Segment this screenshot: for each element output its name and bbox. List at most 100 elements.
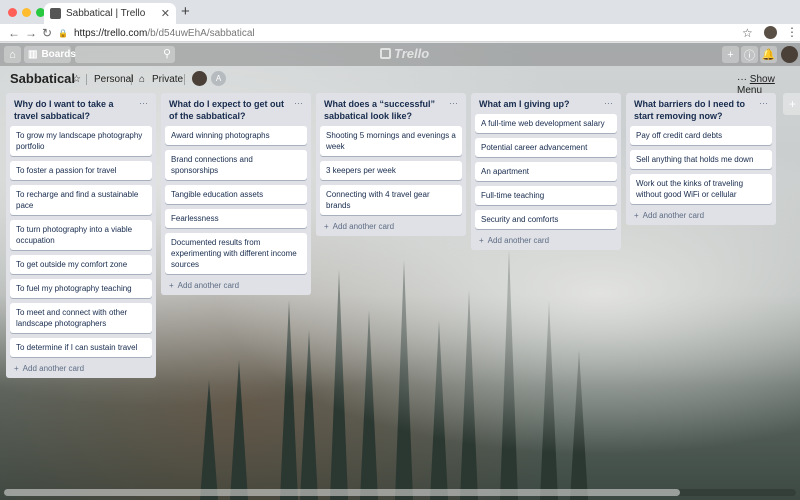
invite-member-avatar[interactable]: A: [211, 71, 226, 86]
add-card-button[interactable]: + Add another card: [320, 220, 462, 233]
scrollbar-thumb[interactable]: [4, 489, 680, 496]
new-tab-button[interactable]: +: [181, 4, 190, 20]
list-header: What barriers do I need to start removin…: [630, 97, 772, 126]
browser-menu-icon[interactable]: ⋮: [786, 24, 798, 41]
trello-logo-icon: [380, 48, 391, 59]
list-column: What barriers do I need to start removin…: [626, 93, 776, 225]
list-column: What do I expect to get out of the sabba…: [161, 93, 311, 295]
window-controls: [8, 8, 45, 17]
card[interactable]: Tangible education assets: [165, 185, 307, 204]
add-card-button[interactable]: + Add another card: [475, 234, 617, 247]
card[interactable]: To get outside my comfort zone: [10, 255, 152, 274]
browser-tab[interactable]: Sabbatical | Trello ✕: [44, 3, 176, 24]
card[interactable]: Potential career advancement: [475, 138, 617, 157]
card[interactable]: To recharge and find a sustainable pace: [10, 185, 152, 215]
plus-icon: +: [479, 236, 484, 245]
address-bar: ← → ↻ 🔒 https://trello.com/b/d54uwEhA/sa…: [0, 24, 800, 42]
card[interactable]: Shooting 5 mornings and evenings a week: [320, 126, 462, 156]
reload-icon[interactable]: ↻: [42, 25, 52, 41]
list-header: Why do I want to take a travel sabbatica…: [10, 97, 152, 126]
list-header: What do I expect to get out of the sabba…: [165, 97, 307, 126]
card[interactable]: To foster a passion for travel: [10, 161, 152, 180]
header-divider: [131, 74, 132, 85]
url-field[interactable]: 🔒 https://trello.com/b/d54uwEhA/sabbatic…: [58, 25, 255, 41]
card[interactable]: Sell anything that holds me down: [630, 150, 772, 169]
list-column: What am I giving up? ··· A full-time web…: [471, 93, 621, 250]
create-icon[interactable]: +: [722, 46, 739, 63]
list-menu-icon[interactable]: ···: [449, 98, 458, 122]
bookmark-star-icon[interactable]: ☆: [742, 25, 753, 41]
card[interactable]: Work out the kinks of traveling without …: [630, 174, 772, 204]
tab-close-icon[interactable]: ✕: [161, 7, 170, 20]
add-card-label: Add another card: [332, 222, 395, 231]
list-menu-icon[interactable]: ···: [604, 98, 613, 110]
list-title[interactable]: What does a “successful” sabbatical look…: [324, 98, 442, 122]
lock-icon: 🔒: [58, 28, 68, 38]
card[interactable]: Documented results from experimenting wi…: [165, 233, 307, 274]
card[interactable]: Fearlessness: [165, 209, 307, 228]
list-title[interactable]: What do I expect to get out of the sabba…: [169, 98, 287, 122]
horizontal-scrollbar[interactable]: [4, 489, 796, 496]
plus-icon: +: [14, 364, 19, 373]
privacy-lock-icon: ⌂: [139, 74, 146, 85]
list-menu-icon[interactable]: ···: [759, 98, 768, 122]
privacy-button[interactable]: Private: [152, 74, 183, 85]
header-divider: [86, 74, 87, 85]
card[interactable]: 3 keepers per week: [320, 161, 462, 180]
card[interactable]: Security and comforts: [475, 210, 617, 229]
add-card-button[interactable]: + Add another card: [165, 279, 307, 292]
browser-tab-bar: Sabbatical | Trello ✕ +: [0, 0, 800, 24]
plus-icon: +: [169, 281, 174, 290]
trello-logo-text: Trello: [394, 46, 430, 61]
card[interactable]: Full-time teaching: [475, 186, 617, 205]
card[interactable]: To grow my landscape photography portfol…: [10, 126, 152, 156]
boards-icon: ▥: [28, 49, 38, 60]
card[interactable]: To determine if I can sustain travel: [10, 338, 152, 357]
add-card-button[interactable]: + Add another card: [10, 362, 152, 375]
board-title[interactable]: Sabbatical: [10, 71, 75, 86]
add-card-label: Add another card: [642, 211, 705, 220]
forward-arrow-icon[interactable]: →: [25, 25, 37, 41]
browser-profile-avatar[interactable]: [764, 26, 777, 39]
member-avatar[interactable]: [192, 71, 207, 86]
url-host: https://trello.com: [73, 27, 148, 39]
url-path: /b/d54uwEhA/sabbatical: [147, 27, 255, 39]
card[interactable]: Brand connections and sponsorships: [165, 150, 307, 180]
team-visibility-button[interactable]: Personal: [94, 74, 133, 85]
plus-icon: +: [324, 222, 329, 231]
boards-button[interactable]: ▥ Boards: [24, 46, 76, 63]
card[interactable]: To turn photography into a viable occupa…: [10, 220, 152, 250]
card[interactable]: A full-time web development salary: [475, 114, 617, 133]
close-window-button[interactable]: [8, 8, 17, 17]
card[interactable]: To meet and connect with other landscape…: [10, 303, 152, 333]
trello-header: ⌂ ▥ Boards ⚲ Trello + ⓘ 🔔: [0, 43, 800, 66]
list-menu-icon[interactable]: ···: [139, 98, 148, 122]
search-icon: ⚲: [162, 48, 171, 60]
list-header: What does a “successful” sabbatical look…: [320, 97, 462, 126]
card[interactable]: Award winning photographs: [165, 126, 307, 145]
add-card-label: Add another card: [177, 281, 240, 290]
list-menu-icon[interactable]: ···: [294, 98, 303, 122]
list-title[interactable]: What am I giving up?: [479, 98, 597, 110]
add-card-label: Add another card: [487, 236, 550, 245]
info-icon[interactable]: ⓘ: [741, 46, 758, 63]
add-card-button[interactable]: + Add another card: [630, 209, 772, 222]
list-title[interactable]: What barriers do I need to start removin…: [634, 98, 752, 122]
list-header: What am I giving up? ···: [475, 97, 617, 114]
user-avatar[interactable]: [781, 46, 798, 63]
favicon-icon: [50, 8, 61, 19]
card[interactable]: To fuel my photography teaching: [10, 279, 152, 298]
card[interactable]: An apartment: [475, 162, 617, 181]
search-input[interactable]: ⚲: [75, 46, 175, 63]
home-icon[interactable]: ⌂: [4, 46, 21, 63]
card[interactable]: Connecting with 4 travel gear brands: [320, 185, 462, 215]
list-title[interactable]: Why do I want to take a travel sabbatica…: [14, 98, 132, 122]
card[interactable]: Pay off credit card debts: [630, 126, 772, 145]
trello-logo[interactable]: Trello: [380, 46, 429, 61]
add-list-button[interactable]: +: [783, 93, 800, 115]
back-arrow-icon[interactable]: ←: [8, 25, 20, 41]
star-board-icon[interactable]: ☆: [72, 74, 81, 85]
notifications-bell-icon[interactable]: 🔔: [760, 46, 777, 63]
minimize-window-button[interactable]: [22, 8, 31, 17]
board-canvas: ⌂ ▥ Boards ⚲ Trello + ⓘ 🔔 Sabbatical ☆ P…: [0, 43, 800, 500]
